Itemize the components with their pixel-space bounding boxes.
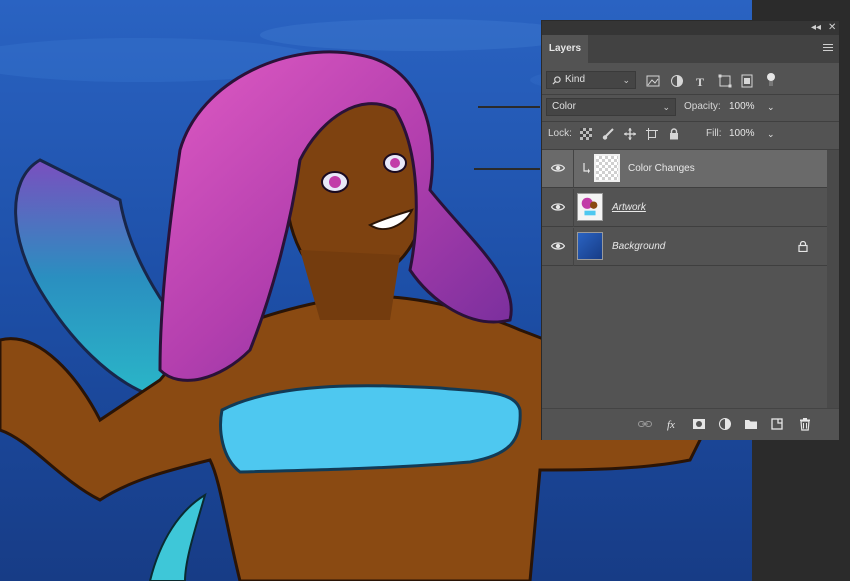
folder-icon[interactable]: [744, 417, 758, 431]
layer-row-artwork[interactable]: Artwork: [542, 189, 827, 227]
eye-icon[interactable]: [551, 241, 565, 251]
shape-filter-icon[interactable]: [718, 74, 732, 88]
collapse-icon[interactable]: ◂◂: [811, 22, 821, 33]
blend-row: Color ⌄ Opacity: 100% ⌄: [542, 98, 839, 118]
opacity-label: Opacity:: [684, 101, 721, 112]
filter-row: Kind ⌄ T: [542, 69, 839, 91]
layers-panel: ◂◂ ✕ Layers Kind ⌄ T Color ⌄ Opacity: 10…: [541, 20, 840, 440]
adjustment-icon[interactable]: [718, 417, 732, 431]
annotation-arrow-blend: [478, 106, 540, 108]
chevron-down-icon: ⌄: [662, 102, 670, 112]
blend-mode-dropdown[interactable]: Color ⌄: [546, 98, 676, 116]
close-icon[interactable]: ✕: [828, 22, 836, 33]
layer-name[interactable]: Color Changes: [628, 150, 695, 188]
panel-menu-icon[interactable]: [823, 44, 833, 52]
filter-toggle-icon[interactable]: [764, 72, 778, 86]
adjustment-filter-icon[interactable]: [670, 74, 684, 88]
kind-filter-dropdown[interactable]: Kind ⌄: [546, 71, 636, 89]
lock-label: Lock:: [548, 128, 572, 139]
layers-list: Color Changes Artwork Background: [542, 150, 827, 408]
smart-object-filter-icon[interactable]: [740, 74, 754, 88]
layer-name[interactable]: Background: [612, 228, 665, 266]
clipping-mask-arrow-icon: [583, 163, 590, 174]
layer-lock-icon[interactable]: [798, 241, 808, 252]
layer-row-color-changes[interactable]: Color Changes: [542, 150, 827, 188]
annotation-arrow-layer: [474, 168, 540, 170]
lock-pixels-brush-icon[interactable]: [602, 128, 614, 140]
mask-icon[interactable]: [692, 417, 706, 431]
lock-row: Lock: Fill: 100% ⌄: [542, 125, 839, 145]
lock-position-move-icon[interactable]: [624, 128, 636, 140]
fill-value[interactable]: 100%: [729, 125, 755, 143]
lock-artboard-icon[interactable]: [646, 128, 658, 140]
layer-thumbnail-background: [577, 232, 603, 260]
eye-icon[interactable]: [551, 202, 565, 212]
opacity-value[interactable]: 100%: [729, 98, 755, 116]
panel-tab-row: Layers: [542, 35, 839, 63]
image-filter-icon[interactable]: [646, 74, 660, 88]
opacity-slider-chevron-icon[interactable]: ⌄: [767, 98, 775, 116]
type-filter-icon[interactable]: T: [694, 74, 708, 88]
fill-slider-chevron-icon[interactable]: ⌄: [767, 125, 775, 143]
kind-filter-label: Kind: [565, 74, 586, 85]
layer-name[interactable]: Artwork: [612, 189, 646, 227]
eye-icon[interactable]: [551, 163, 565, 173]
search-icon: [552, 76, 561, 85]
tab-layers[interactable]: Layers: [542, 35, 588, 63]
new-layer-icon[interactable]: [770, 417, 784, 431]
blend-mode-value: Color: [552, 101, 576, 112]
trash-icon[interactable]: [798, 417, 812, 431]
lock-all-icon[interactable]: [668, 128, 680, 140]
fill-label: Fill:: [706, 128, 722, 139]
panel-titlebar: ◂◂ ✕: [542, 21, 839, 35]
chevron-down-icon: ⌄: [622, 75, 630, 85]
layer-thumbnail-artwork: [577, 193, 603, 221]
panel-footer: fx: [542, 408, 839, 440]
fx-icon[interactable]: fx: [666, 417, 680, 431]
lock-transparency-icon[interactable]: [580, 128, 592, 140]
svg-text:fx: fx: [667, 419, 675, 431]
layers-scrollbar[interactable]: [827, 150, 839, 408]
layer-row-background[interactable]: Background: [542, 228, 827, 266]
svg-text:T: T: [696, 75, 704, 88]
layer-thumbnail-transparent: [594, 154, 620, 182]
link-icon[interactable]: [638, 417, 652, 431]
